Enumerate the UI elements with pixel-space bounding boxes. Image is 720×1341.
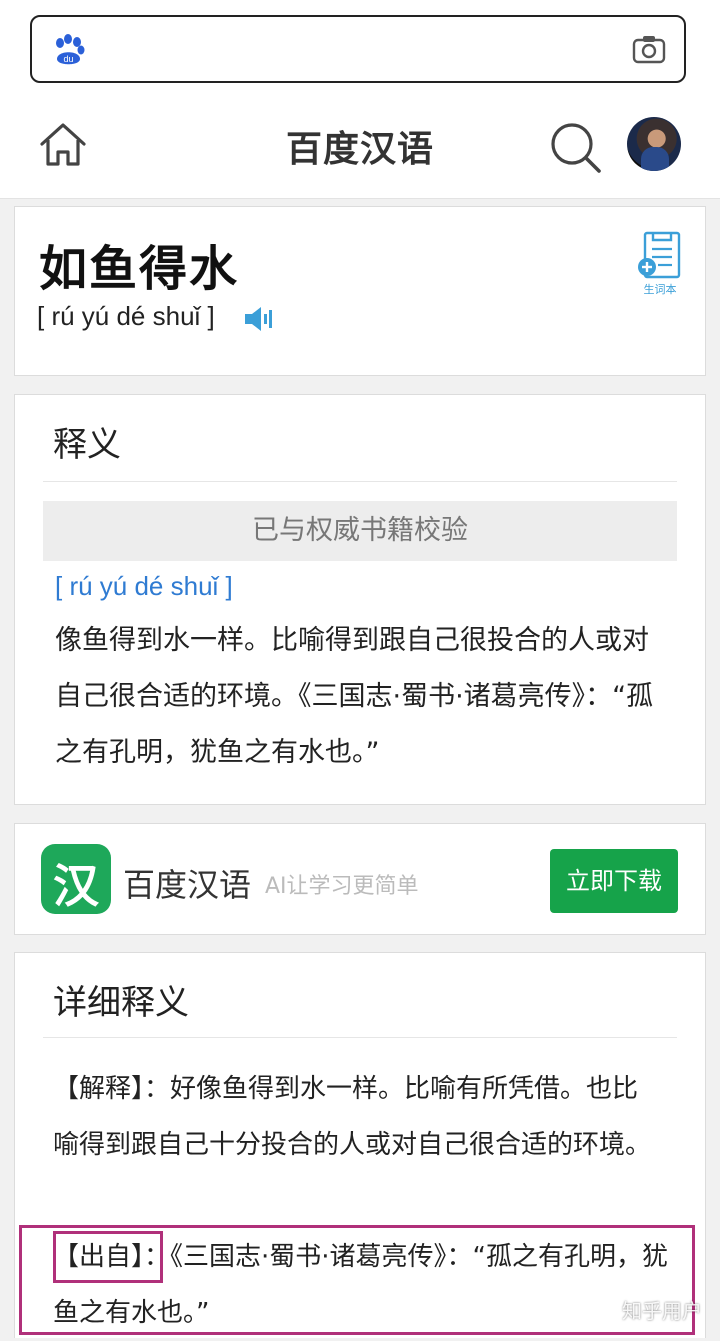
app-header: 百度汉语 — [0, 100, 720, 199]
detail-section-title: 详细释义 — [53, 983, 189, 1023]
word-title: 如鱼得水 — [39, 241, 240, 297]
meaning-pinyin: [ rú yú dé shuǐ ] — [55, 571, 233, 601]
section-divider — [43, 1037, 677, 1038]
meaning-text: 像鱼得到水一样。比喻得到跟自己很投合的人或对自己很合适的环境。《三国志·蜀书·诸… — [55, 625, 654, 768]
verified-banner: 已与权威书籍校验 — [43, 501, 677, 561]
word-card: 如鱼得水 [ rú yú dé shuǐ ] 生词本 — [14, 206, 706, 376]
app-promo-card: 汉 百度汉语 AI让学习更简单 立即下载 — [14, 823, 706, 935]
page-title: 百度汉语 — [285, 129, 434, 170]
source-text: 【出自】：《三国志·蜀书·诸葛亮传》：“孤之有孔明，犹鱼之有水也。” — [53, 1229, 681, 1341]
download-button[interactable]: 立即下载 — [550, 849, 678, 913]
app-logo-char: 汉 — [53, 859, 99, 913]
app-logo-icon: 汉 — [41, 844, 111, 914]
search-icon[interactable] — [548, 120, 602, 174]
baidu-paw-icon: du — [56, 34, 85, 65]
meaning-card: 释义 已与权威书籍校验 [ rú yú dé shuǐ ] 像鱼得到水一样。比喻… — [14, 394, 706, 805]
camera-icon[interactable] — [632, 34, 666, 64]
app-name: 百度汉语 — [123, 866, 252, 904]
watermark: 知乎用户 — [622, 1299, 702, 1323]
meaning-section-title: 释义 — [53, 425, 121, 465]
speaker-icon[interactable] — [243, 305, 275, 333]
search-area: du — [0, 0, 720, 100]
detail-card: 详细释义 【解释】：好像鱼得到水一样。比喻有所凭借。也比喻得到跟自己十分投合的人… — [14, 952, 706, 1338]
svg-text:du: du — [63, 54, 73, 64]
explanation-text: 【解释】：好像鱼得到水一样。比喻有所凭借。也比喻得到跟自己十分投合的人或对自己很… — [53, 1061, 663, 1173]
source-label: 【出自】 — [53, 1242, 145, 1272]
source-body: ：《三国志·蜀书·诸葛亮传》：“孤之有孔明，犹鱼之有水也。” — [53, 1242, 669, 1328]
vocab-label[interactable]: 生词本 — [635, 281, 685, 297]
section-divider — [43, 481, 677, 482]
word-pinyin: [ rú yú dé shuǐ ] — [37, 301, 215, 331]
search-box[interactable]: du — [30, 15, 686, 83]
avatar[interactable] — [627, 117, 681, 171]
app-slogan: AI让学习更简单 — [265, 874, 419, 899]
explain-label: 【解释】 — [53, 1074, 145, 1104]
